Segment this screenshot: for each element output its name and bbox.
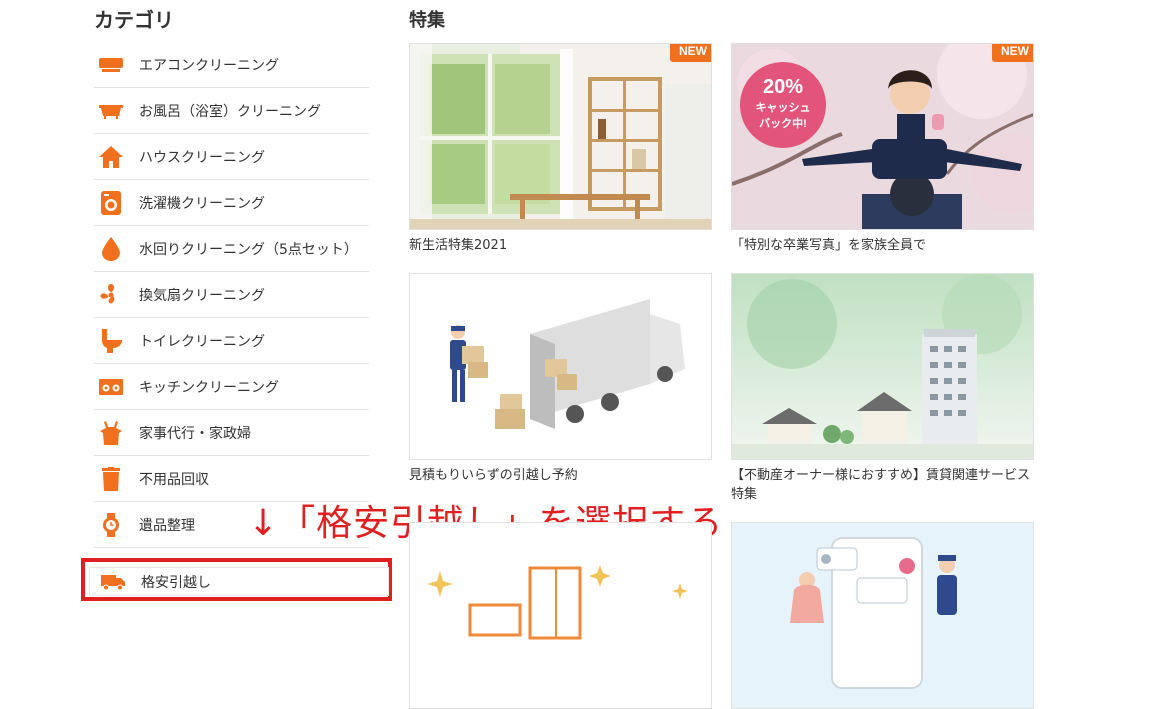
feature-caption: 新生活特集2021 bbox=[409, 238, 508, 253]
featured-heading: 特集 bbox=[409, 10, 445, 31]
feature-image-truck bbox=[409, 273, 712, 460]
category-label: 不用品回収 bbox=[139, 471, 209, 488]
category-label: 遺品整理 bbox=[139, 517, 195, 534]
feature-caption: 【不動産オーナー様におすすめ】賃貸関連サービス特集 bbox=[731, 468, 1031, 502]
category-item-fan[interactable]: 換気扇クリーニング bbox=[94, 272, 369, 318]
category-item-kitchen[interactable]: キッチンクリーニング bbox=[94, 364, 369, 410]
cashback-percent: 20% bbox=[762, 76, 804, 98]
category-label: 洗濯機クリーニング bbox=[139, 195, 265, 212]
feature-image-graduation: 20% キャッシュ バック中! NEW bbox=[731, 43, 1034, 230]
water-drop-icon bbox=[99, 236, 123, 261]
washing-machine-icon bbox=[99, 190, 123, 215]
kitchen-stove-icon bbox=[99, 375, 123, 399]
air-conditioner-icon bbox=[99, 53, 123, 77]
truck-icon bbox=[101, 570, 125, 594]
cashback-line3: バック中! bbox=[759, 118, 807, 130]
fan-icon bbox=[99, 283, 123, 307]
trash-can-icon bbox=[99, 466, 123, 491]
category-item-housekeeping[interactable]: 家事代行・家政婦 bbox=[94, 410, 369, 456]
category-label: エアコンクリーニング bbox=[139, 57, 279, 74]
feature-caption: 「特別な卒業写真」を家族全員で bbox=[731, 238, 927, 253]
feature-card-moving[interactable]: 見積もりいらずの引越し予約 bbox=[409, 273, 712, 485]
category-label: 換気扇クリーニング bbox=[139, 287, 265, 304]
category-label: ハウスクリーニング bbox=[139, 149, 265, 166]
apron-icon bbox=[99, 420, 123, 445]
category-item-washer[interactable]: 洗濯機クリーニング bbox=[94, 180, 369, 226]
category-label: 格安引越し bbox=[141, 574, 211, 591]
category-label: キッチンクリーニング bbox=[139, 379, 279, 396]
toilet-icon bbox=[99, 328, 123, 353]
category-item-toilet[interactable]: トイレクリーニング bbox=[94, 318, 369, 364]
bathtub-icon bbox=[99, 99, 123, 123]
category-heading: カテゴリ bbox=[94, 8, 174, 32]
feature-card-new-life[interactable]: NEW 新生活特集2021 bbox=[409, 43, 712, 255]
category-item-cheap-moving[interactable]: 格安引越し bbox=[89, 567, 389, 596]
watch-icon bbox=[99, 512, 123, 537]
feature-card-graduation[interactable]: 20% キャッシュ バック中! NEW 「特別な卒業写真」を家族全員で bbox=[731, 43, 1034, 255]
category-item-water[interactable]: 水回りクリーニング（5点セット） bbox=[94, 226, 369, 272]
new-badge: NEW bbox=[992, 44, 1033, 62]
category-label: 水回りクリーニング（5点セット） bbox=[139, 241, 358, 258]
category-label: 家事代行・家政婦 bbox=[139, 425, 251, 442]
category-item-bath[interactable]: お風呂（浴室）クリーニング bbox=[94, 88, 369, 134]
feature-caption: 見積もりいらずの引越し予約 bbox=[409, 468, 578, 483]
category-label: トイレクリーニング bbox=[139, 333, 265, 350]
category-list: エアコンクリーニング お風呂（浴室）クリーニング ハウスクリーニング 洗濯機クリ… bbox=[94, 42, 369, 548]
feature-image-buildings bbox=[731, 273, 1034, 460]
cashback-line2: キャッシュ bbox=[755, 102, 811, 114]
category-item-aircon[interactable]: エアコンクリーニング bbox=[94, 42, 369, 88]
feature-image-room: NEW bbox=[409, 43, 712, 230]
new-badge: NEW bbox=[670, 44, 711, 62]
category-label: お風呂（浴室）クリーニング bbox=[139, 103, 321, 120]
feature-card-real-estate[interactable]: 【不動産オーナー様におすすめ】賃貸関連サービス特集 bbox=[731, 273, 1034, 504]
cashback-sticker: 20% キャッシュ バック中! bbox=[740, 62, 826, 148]
category-item-house[interactable]: ハウスクリーニング bbox=[94, 134, 369, 180]
house-icon bbox=[99, 145, 123, 169]
